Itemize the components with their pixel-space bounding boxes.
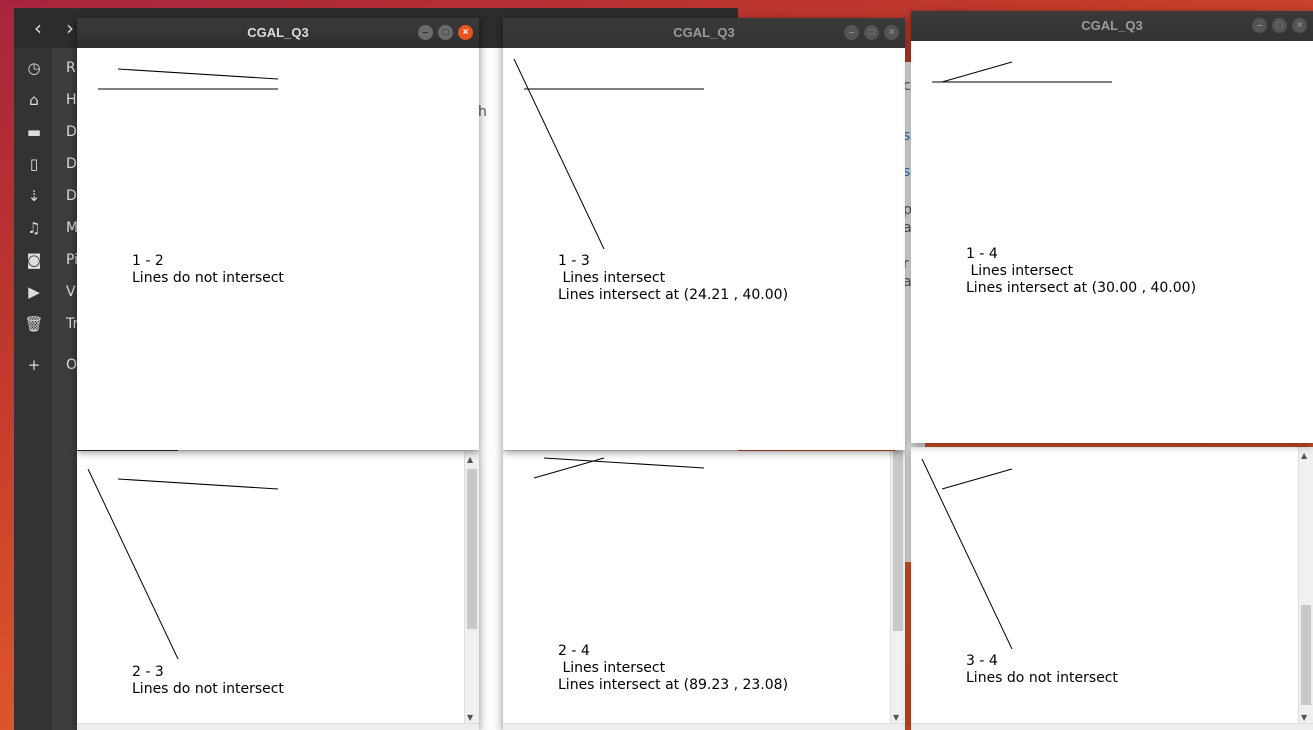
lines-drawing (513, 58, 704, 250)
scrollbar-thumb[interactable] (467, 469, 477, 629)
sidebar-item-label: D (66, 156, 77, 172)
sidebar-item-label: V (66, 284, 76, 300)
cgal-window-3-4: 3 - 4 Lines do not intersect ▲ ▼ (911, 447, 1313, 730)
trash-icon: 🗑 (24, 315, 44, 333)
drawing-canvas: 2 - 3 Lines do not intersect ▲ ▼ (77, 451, 479, 730)
scroll-down-icon[interactable]: ▼ (1301, 713, 1307, 722)
drawing-canvas: 1 - 2 Lines do not intersect (77, 48, 479, 450)
result-label: Lines do not intersect (966, 670, 1118, 686)
scrollbar-thumb[interactable] (893, 451, 903, 631)
vertical-scrollbar[interactable]: ▲ ▼ (1298, 447, 1313, 724)
close-icon[interactable]: × (458, 25, 473, 40)
clock-icon: ◷ (27, 59, 41, 77)
drawing-canvas: 1 - 3 Lines intersect Lines intersect at… (503, 48, 905, 450)
scroll-down-icon[interactable]: ▼ (467, 713, 473, 722)
pair-label: 1 - 2 (132, 253, 164, 269)
content-fragment: h (478, 104, 487, 120)
window-titlebar[interactable]: CGAL_Q3 – □ × (503, 18, 905, 48)
video-icon: ▶ (28, 283, 40, 301)
minimize-icon[interactable]: – (844, 25, 859, 40)
window-title: CGAL_Q3 (247, 25, 309, 40)
sidebar-item-label: O (66, 357, 78, 373)
result-label: Lines intersect (966, 263, 1074, 279)
drawing-canvas: 2 - 4 Lines intersect Lines intersect at… (503, 451, 905, 730)
scroll-up-icon[interactable]: ▲ (467, 455, 473, 464)
sidebar-item-label: D (66, 124, 77, 140)
maximize-icon[interactable]: □ (864, 25, 879, 40)
intersection-label: Lines intersect at (89.23 , 23.08) (558, 677, 789, 693)
camera-icon: ◙ (26, 251, 42, 269)
segment (941, 468, 1013, 490)
window-titlebar[interactable]: CGAL_Q3 – □ × (911, 11, 1313, 41)
lines-drawing (921, 458, 1013, 650)
horizontal-scrollbar[interactable] (503, 723, 905, 730)
intersection-label: Lines intersect at (24.21 , 40.00) (558, 287, 789, 303)
lines-drawing (98, 68, 279, 90)
scroll-up-icon[interactable]: ▲ (1301, 451, 1307, 460)
result-label: Lines intersect (558, 660, 666, 676)
segment (117, 68, 279, 80)
window-title: CGAL_Q3 (1081, 18, 1143, 33)
segment (533, 457, 605, 479)
cgal-window-1-2: CGAL_Q3 – □ × 1 - 2 Lines do not intersect (77, 18, 479, 450)
close-icon[interactable]: × (1292, 18, 1307, 33)
window-titlebar[interactable]: CGAL_Q3 – □ × (77, 18, 479, 48)
plus-icon: + (27, 356, 41, 374)
segment (513, 58, 605, 250)
segment (87, 468, 179, 660)
back-button[interactable]: ‹ (24, 16, 52, 42)
intersection-label: Lines intersect at (30.00 , 40.00) (966, 280, 1197, 296)
result-label: Lines do not intersect (132, 681, 284, 697)
music-icon: ♫ (27, 219, 41, 237)
minimize-icon[interactable]: – (1252, 18, 1267, 33)
maximize-icon[interactable]: □ (438, 25, 453, 40)
folder-icon: ▬ (26, 123, 42, 141)
drawing-canvas: 3 - 4 Lines do not intersect ▲ ▼ (911, 447, 1313, 730)
vertical-scrollbar[interactable]: ▲ ▼ (890, 451, 905, 724)
sidebar-item-label: D (66, 188, 77, 204)
cgal-window-1-3: CGAL_Q3 – □ × 1 - 3 Lines intersect Lines … (503, 18, 905, 450)
result-label: Lines do not intersect (132, 270, 284, 286)
segment (543, 457, 705, 469)
download-icon: ⇣ (27, 187, 41, 205)
sidebar-item-label: H (66, 92, 77, 108)
vertical-scrollbar[interactable]: ▲ ▼ (464, 451, 479, 724)
minimize-icon[interactable]: – (418, 25, 433, 40)
home-icon: ⌂ (29, 91, 39, 109)
drawing-canvas: 1 - 4 Lines intersect Lines intersect at… (911, 41, 1313, 443)
window-title: CGAL_Q3 (673, 25, 735, 40)
segment (941, 61, 1013, 83)
pair-label: 2 - 3 (132, 664, 164, 680)
segment (117, 478, 279, 490)
close-icon[interactable]: × (884, 25, 899, 40)
document-icon: ▯ (29, 155, 39, 173)
cgal-window-2-3: 2 - 3 Lines do not intersect ▲ ▼ (77, 451, 479, 730)
scrollbar-thumb[interactable] (1301, 605, 1311, 705)
pair-label: 1 - 4 (966, 246, 998, 262)
maximize-icon[interactable]: □ (1272, 18, 1287, 33)
segment (921, 458, 1013, 650)
horizontal-scrollbar[interactable] (911, 723, 1313, 730)
cgal-window-2-4: 2 - 4 Lines intersect Lines intersect at… (503, 451, 905, 730)
sidebar-item-label: R (66, 60, 76, 76)
result-label: Lines intersect (558, 270, 666, 286)
horizontal-scrollbar[interactable] (77, 723, 479, 730)
lines-drawing (932, 61, 1112, 83)
pair-label: 3 - 4 (966, 653, 998, 669)
pair-label: 2 - 4 (558, 643, 590, 659)
pair-label: 1 - 3 (558, 253, 590, 269)
cgal-window-1-4: CGAL_Q3 – □ × 1 - 4 Lines intersect Lines … (911, 11, 1313, 443)
scroll-down-icon[interactable]: ▼ (893, 713, 899, 722)
